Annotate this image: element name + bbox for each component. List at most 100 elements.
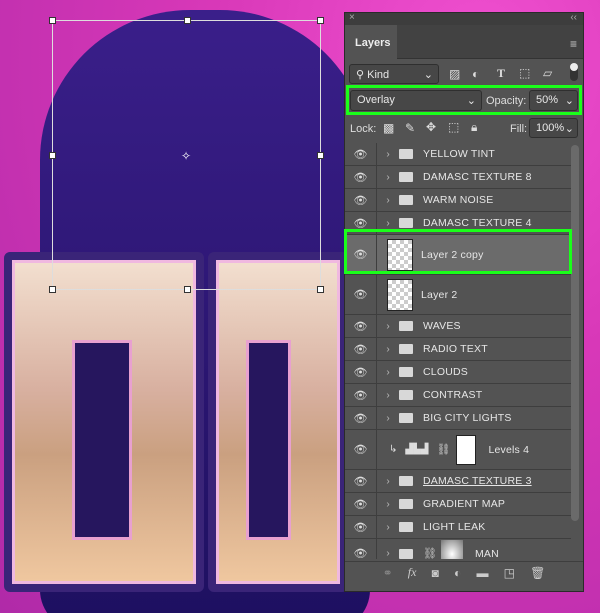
visibility-eye-icon[interactable]: 👁︎ <box>345 361 377 383</box>
layer-name: GRADIENT MAP <box>423 498 506 510</box>
lock-label: Lock: <box>350 123 377 135</box>
chevron-right-icon[interactable]: › <box>381 195 395 206</box>
opacity-value: 50% <box>536 94 559 106</box>
add-mask-icon[interactable]: ◙ <box>432 566 439 580</box>
layer-thumbnail <box>387 278 413 311</box>
folder-icon <box>399 548 413 559</box>
visibility-eye-icon[interactable]: 👁︎ <box>345 470 377 492</box>
levels-icon: ▟▙▟ <box>405 444 429 455</box>
lock-transparent-icon[interactable]: ▩ <box>383 121 394 135</box>
layer-name: YELLOW TINT <box>423 148 496 160</box>
fill-input[interactable]: 100% ⌄ <box>529 118 578 138</box>
folder-icon <box>399 499 413 509</box>
link-layers-icon[interactable]: ⚭ <box>383 566 393 580</box>
opacity-label: Opacity: <box>486 95 527 107</box>
filter-toggle-icon[interactable] <box>570 63 578 81</box>
layer-row[interactable]: 👁︎ › GRADIENT MAP <box>345 493 571 516</box>
collapse-icon[interactable]: ‹‹ <box>570 12 577 23</box>
selected-layer-highlight <box>344 229 572 274</box>
chevron-right-icon[interactable]: › <box>381 218 395 229</box>
fill-label: Fill: <box>510 123 528 135</box>
close-icon[interactable]: × <box>349 12 355 23</box>
layer-row[interactable]: 👁︎ › LIGHT LEAK <box>345 516 571 539</box>
folder-icon <box>399 476 413 486</box>
mask-thumbnail <box>440 539 463 559</box>
layer-name: CLOUDS <box>423 366 468 378</box>
blend-mode-select[interactable]: Overlay ⌄ <box>350 90 482 111</box>
tab-layers[interactable]: Layers <box>345 25 397 59</box>
layer-row[interactable]: 👁︎ › RADIO TEXT <box>345 338 571 361</box>
opacity-input[interactable]: 50% ⌄ <box>529 90 578 111</box>
layer-row[interactable]: 👁︎ › WAVES <box>345 315 571 338</box>
transform-center-icon[interactable]: ✧ <box>181 149 191 163</box>
folder-icon <box>399 522 413 532</box>
transform-bounding-box[interactable]: ✧ <box>49 17 324 293</box>
letter-d <box>4 252 204 592</box>
visibility-eye-icon[interactable]: 👁︎ <box>345 493 377 515</box>
folder-icon <box>399 390 413 400</box>
chevron-right-icon[interactable]: › <box>381 522 395 533</box>
visibility-eye-icon[interactable]: 👁︎ <box>345 384 377 406</box>
visibility-eye-icon[interactable]: 👁︎ <box>345 275 377 314</box>
blend-mode-value: Overlay <box>357 94 395 106</box>
adjustment-filter-icon[interactable]: ◐ <box>472 67 479 81</box>
chevron-right-icon[interactable]: › <box>381 321 395 332</box>
chevron-right-icon[interactable]: › <box>381 172 395 183</box>
chevron-right-icon[interactable]: › <box>381 476 395 487</box>
layer-row[interactable]: 👁︎ ↳ ▟▙▟ ⛓︎ Levels 4 <box>345 430 571 470</box>
layer-row[interactable]: 👁︎ › CLOUDS <box>345 361 571 384</box>
new-layer-icon[interactable]: ◳ <box>504 566 515 580</box>
layer-row[interactable]: 👁︎ › BIG CITY LIGHTS <box>345 407 571 430</box>
chevron-right-icon[interactable]: › <box>381 548 395 559</box>
layer-row[interactable]: 👁︎ › ⛓︎ MAN <box>345 539 571 559</box>
chevron-right-icon[interactable]: › <box>381 390 395 401</box>
chevron-right-icon[interactable]: › <box>381 367 395 378</box>
visibility-eye-icon[interactable]: 👁︎ <box>345 338 377 360</box>
filter-kind-select[interactable]: ⚲ Kind ⌄ <box>349 64 439 84</box>
layers-panel: × ‹‹ Layers ≡ ⚲ Kind ⌄ ▨ ◐ T ⬚ ▱ Overlay ⌄… <box>344 12 584 592</box>
chevron-right-icon[interactable]: › <box>381 499 395 510</box>
layer-row[interactable]: 👁︎ › CONTRAST <box>345 384 571 407</box>
chevron-right-icon[interactable]: › <box>381 413 395 424</box>
layer-row[interactable]: 👁︎ Layer 2 <box>345 275 571 315</box>
layer-row[interactable]: 👁︎ › WARM NOISE <box>345 189 571 212</box>
lock-all-icon[interactable]: 🔒︎ <box>471 120 477 135</box>
layers-list: 👁︎ › YELLOW TINT 👁︎ › DAMASC TEXTURE 8 👁︎ › WARM… <box>345 143 571 559</box>
delete-layer-icon[interactable]: 🗑︎ <box>530 566 545 580</box>
visibility-eye-icon[interactable]: 👁︎ <box>345 189 377 211</box>
visibility-eye-icon[interactable]: 👁︎ <box>345 539 377 559</box>
visibility-eye-icon[interactable]: 👁︎ <box>345 315 377 337</box>
image-filter-icon[interactable]: ▨ <box>449 67 460 81</box>
layer-name: CONTRAST <box>423 389 483 401</box>
layer-name: MAN <box>474 547 499 560</box>
layer-row[interactable]: 👁︎ › DAMASC TEXTURE 3 <box>345 470 571 493</box>
lock-position-icon[interactable]: ✥ <box>426 120 436 134</box>
shape-filter-icon[interactable]: ⬚ <box>519 66 530 80</box>
folder-icon <box>399 149 413 159</box>
visibility-eye-icon[interactable]: 👁︎ <box>345 516 377 538</box>
visibility-eye-icon[interactable]: 👁︎ <box>345 430 377 469</box>
folder-icon <box>399 172 413 182</box>
layer-name: RADIO TEXT <box>423 343 488 355</box>
visibility-eye-icon[interactable]: 👁︎ <box>345 407 377 429</box>
panel-menu-icon[interactable]: ≡ <box>570 37 577 51</box>
new-adjustment-icon[interactable]: ◐ <box>454 566 461 580</box>
lock-artboard-icon[interactable]: ⬚ <box>448 120 459 134</box>
layer-name: WARM NOISE <box>423 194 494 206</box>
chevron-right-icon[interactable]: › <box>381 149 395 160</box>
lock-paint-icon[interactable]: ✎ <box>405 121 415 135</box>
layer-row[interactable]: 👁︎ › DAMASC TEXTURE 8 <box>345 166 571 189</box>
layer-name: BIG CITY LIGHTS <box>423 412 512 424</box>
chevron-right-icon[interactable]: › <box>381 344 395 355</box>
folder-icon <box>399 413 413 423</box>
folder-icon <box>399 367 413 377</box>
new-group-icon[interactable]: ▬ <box>476 566 488 580</box>
layers-scrollbar[interactable] <box>571 145 579 521</box>
layer-name: Levels 4 <box>488 443 530 456</box>
type-filter-icon[interactable]: T <box>497 66 505 81</box>
visibility-eye-icon[interactable]: 👁︎ <box>345 166 377 188</box>
smart-object-filter-icon[interactable]: ▱ <box>543 66 552 80</box>
fx-icon[interactable]: fx <box>408 565 417 580</box>
layer-row[interactable]: 👁︎ › YELLOW TINT <box>345 143 571 166</box>
visibility-eye-icon[interactable]: 👁︎ <box>345 143 377 165</box>
